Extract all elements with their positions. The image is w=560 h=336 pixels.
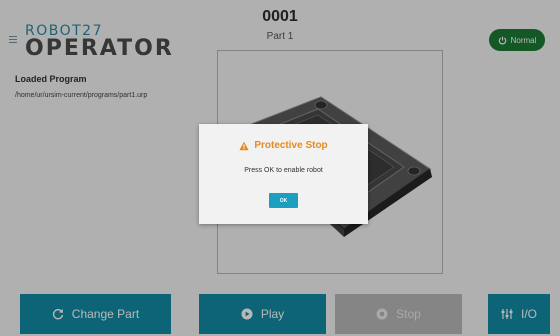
ok-button[interactable]: OK xyxy=(269,193,298,208)
dialog-title: Protective Stop xyxy=(199,140,368,151)
dialog-message: Press OK to enable robot xyxy=(244,167,323,174)
warning-icon xyxy=(239,141,249,150)
operator-screen: ROBOT27 OPERATOR 0001 Part 1 Normal Load… xyxy=(0,0,560,336)
protective-stop-dialog: Protective Stop Press OK to enable robot… xyxy=(199,124,368,224)
dialog-title-text: Protective Stop xyxy=(254,140,328,151)
